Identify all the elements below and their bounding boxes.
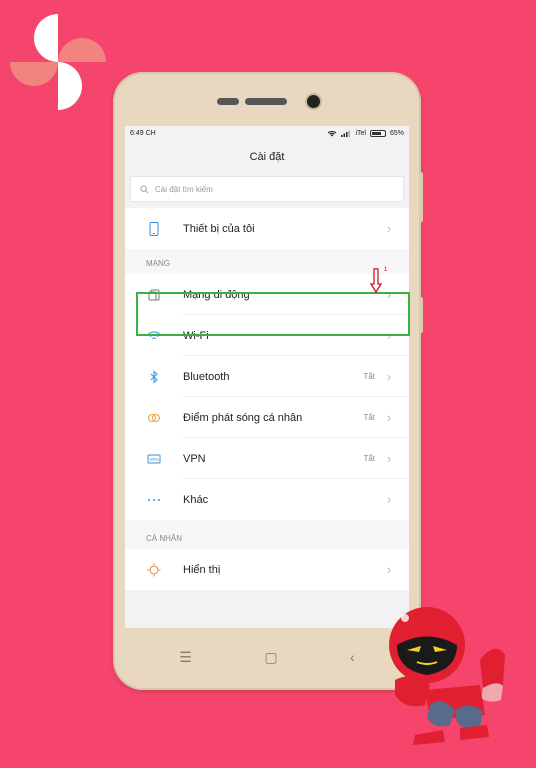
- wifi-status-icon: [328, 130, 337, 136]
- settings-item-my-device[interactable]: Thiết bị của tôi ›: [125, 208, 409, 249]
- carrier-name: iTel: [355, 129, 366, 137]
- settings-item-value: Tắt: [363, 454, 375, 463]
- menu-icon[interactable]: ☰: [179, 649, 192, 666]
- status-time: 6:49 CH: [130, 129, 156, 137]
- battery-percent: 65%: [389, 129, 404, 137]
- chevron-right-icon: ›: [386, 221, 392, 236]
- page-title: Cài đặt: [249, 151, 285, 163]
- chevron-right-icon: ›: [386, 492, 392, 507]
- more-dots-icon: [147, 493, 161, 507]
- settings-item-wifi[interactable]: Wi-Fi ›: [125, 315, 409, 356]
- settings-item-more[interactable]: Khác ›: [125, 479, 409, 520]
- display-icon: [147, 563, 161, 577]
- battery-icon: [369, 129, 386, 137]
- chevron-right-icon: ›: [386, 451, 392, 466]
- volume-button: [419, 172, 423, 222]
- settings-item-label: Mạng di động: [183, 288, 250, 301]
- sim-icon: [147, 288, 161, 302]
- settings-item-bluetooth[interactable]: Bluetooth Tắt ›: [125, 356, 409, 397]
- hotspot-icon: [147, 411, 161, 425]
- search-placeholder: Cài đặt tìm kiếm: [155, 184, 213, 194]
- settings-item-value: Tắt: [363, 372, 375, 381]
- phone-icon: [147, 221, 161, 236]
- phone-screen: 6:49 CH iTel 65% Cài đặt Cài đặt tìm kiế…: [125, 126, 409, 628]
- status-bar: 6:49 CH iTel 65%: [125, 126, 409, 140]
- settings-item-label: VPN: [183, 452, 206, 465]
- settings-item-value: Tắt: [363, 413, 375, 422]
- personal-group: Hiển thị ›: [125, 549, 409, 590]
- home-icon[interactable]: ▢: [264, 649, 277, 666]
- settings-item-label: Wi-Fi: [183, 329, 209, 342]
- settings-item-label: Bluetooth: [183, 370, 230, 383]
- hardware-nav-bar: ☰ ▢ ‹: [113, 642, 421, 672]
- earpiece-speaker: [245, 98, 287, 105]
- settings-item-vpn[interactable]: VPN VPN Tắt ›: [125, 438, 409, 479]
- settings-item-label: Khác: [183, 493, 209, 506]
- front-camera: [307, 95, 320, 108]
- settings-item-label: Thiết bị của tôi: [183, 222, 255, 235]
- section-header-personal: CÁ NHÂN: [125, 520, 409, 549]
- settings-item-display[interactable]: Hiển thị ›: [125, 549, 409, 590]
- signal-icon: [341, 130, 351, 137]
- chevron-right-icon: ›: [386, 562, 392, 577]
- brand-logo: [10, 14, 106, 110]
- settings-item-label: Điểm phát sóng cá nhân: [183, 411, 303, 424]
- mascot-illustration: [389, 607, 505, 745]
- search-icon: [140, 184, 149, 193]
- chevron-right-icon: ›: [386, 369, 392, 384]
- settings-item-label: Hiển thị: [183, 563, 221, 576]
- settings-item-mobile-network[interactable]: Mạng di động ›: [125, 274, 409, 315]
- chevron-right-icon: ›: [386, 328, 392, 343]
- annotation-number: 1: [384, 267, 388, 273]
- wifi-icon: [147, 329, 161, 343]
- device-group: Thiết bị của tôi ›: [125, 208, 409, 249]
- annotation-arrow-icon: [370, 268, 382, 294]
- chevron-right-icon: ›: [386, 287, 392, 302]
- sensor: [217, 98, 239, 105]
- phone-frame: 6:49 CH iTel 65% Cài đặt Cài đặt tìm kiế…: [113, 72, 423, 690]
- search-input[interactable]: Cài đặt tìm kiếm: [130, 176, 404, 202]
- bluetooth-icon: [147, 369, 161, 384]
- back-icon[interactable]: ‹: [350, 649, 355, 665]
- svg-text:VPN: VPN: [149, 457, 158, 462]
- settings-item-hotspot[interactable]: Điểm phát sóng cá nhân Tắt ›: [125, 397, 409, 438]
- power-button: [419, 297, 423, 333]
- vpn-icon: VPN: [147, 452, 161, 466]
- section-header-network: MẠNG: [125, 249, 409, 274]
- network-group: Mạng di động › Wi-Fi › Bluetooth Tắt › Đ…: [125, 274, 409, 520]
- chevron-right-icon: ›: [386, 410, 392, 425]
